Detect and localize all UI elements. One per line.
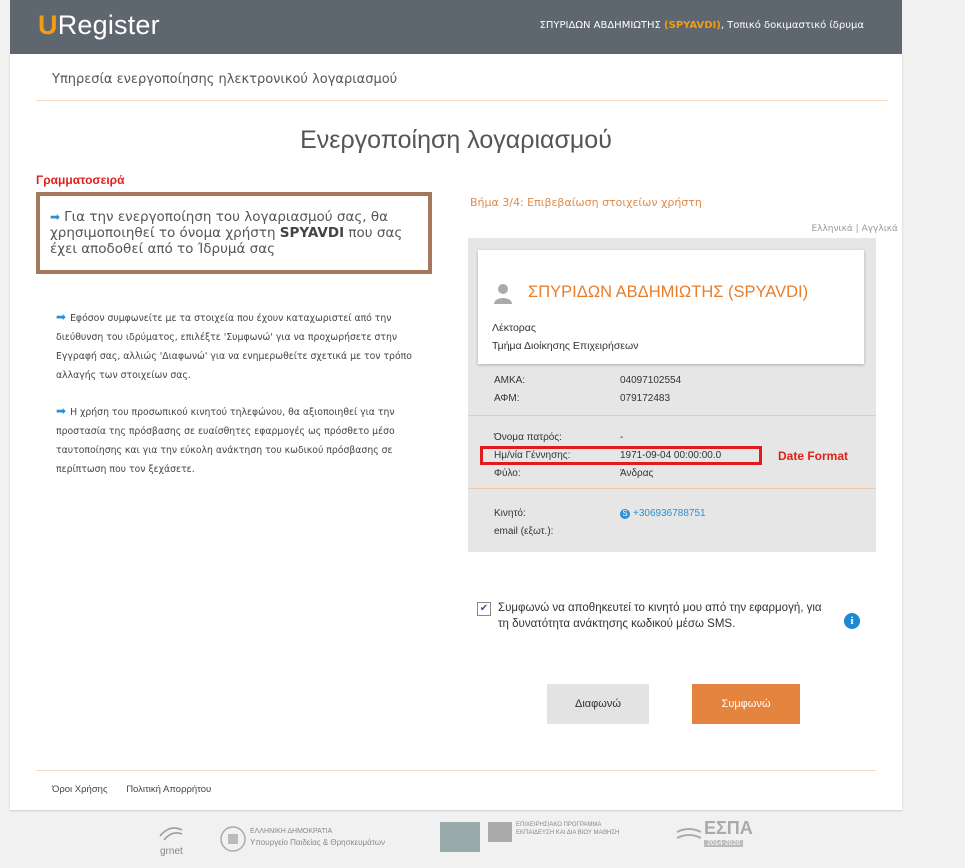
agree-button[interactable]: Συμφωνώ — [692, 684, 800, 724]
father-value: - — [620, 432, 624, 443]
page-title: Ενεργοποίηση λογαριασμού — [300, 126, 612, 154]
uregister-logo[interactable]: URegister — [38, 10, 160, 41]
gender-label: Φύλο: — [494, 468, 521, 479]
divider — [468, 415, 876, 416]
service-title: Υπηρεσία ενεργοποίησης ηλεκτρονικού λογα… — [52, 72, 398, 87]
mobile-value: S +306936788751 — [620, 508, 706, 519]
amka-label: ΑΜΚΑ: — [494, 375, 526, 386]
info-icon[interactable]: i — [844, 613, 860, 629]
arrow-right-icon: ➡ — [50, 210, 61, 224]
consent-text: Συμφωνώ να αποθηκευτεί το κινητό μου από… — [498, 602, 822, 630]
user-info: ΣΠΥΡΙΔΩΝ ΑΒΔΗΜΙΩΤΗΣ (SPYAVDI), Τοπικό δο… — [539, 20, 864, 31]
afm-value: 079172483 — [620, 393, 671, 404]
program-line-2: ΕΚΠΑΙΔΕΥΣΗ ΚΑΙ ΔΙΑ ΒΙΟΥ ΜΑΘΗΣΗ — [516, 830, 620, 836]
annotation-date-label: Date Format — [778, 449, 849, 463]
consent-checkbox[interactable]: ✔ — [477, 602, 491, 616]
top-bar: URegister ΣΠΥΡΙΔΩΝ ΑΒΔΗΜΙΩΤΗΣ (SPYAVDI),… — [10, 0, 902, 54]
greek-emblem-icon — [220, 826, 246, 852]
program-logo-icon — [488, 822, 512, 842]
sponsor-logos: grnet ΕΛΛΗΝΙΚΗ ΔΗΜΟΚΡΑΤΙΑ Υπουργείο Παιδ… — [0, 812, 965, 868]
ministry-line-1: ΕΛΛΗΝΙΚΗ ΔΗΜΟΚΡΑΤΙΑ — [250, 828, 333, 835]
grnet-label: grnet — [160, 846, 183, 857]
info-paragraph-mobile: ➡ Η χρήση του προσωπικού κινητού τηλεφώνο… — [56, 404, 395, 475]
eu-flag-icon — [440, 822, 480, 852]
father-label: Όνομα πατρός: — [494, 432, 562, 443]
email-label: email (εξωτ.): — [494, 526, 554, 537]
profile-panel: ΣΠΥΡΙΔΩΝ ΑΒΔΗΜΙΩΤΗΣ (SPYAVDI) Λέκτορας Τμ… — [468, 238, 876, 552]
main-card: Υπηρεσία ενεργοποίησης ηλεκτρονικού λογα… — [10, 54, 902, 810]
mobile-label: Κινητό: — [494, 508, 526, 519]
info-highlight-box: ➡ Για την ενεργοποίηση του λογαριασμού σα… — [36, 192, 432, 274]
profile-header-card: ΣΠΥΡΙΔΩΝ ΑΒΔΗΜΙΩΤΗΣ (SPYAVDI) Λέκτορας Τμ… — [478, 250, 864, 364]
espa-wave-icon — [676, 828, 702, 839]
divider — [36, 770, 876, 771]
divider — [36, 100, 888, 101]
disagree-button[interactable]: Διαφωνώ — [547, 684, 649, 724]
person-icon — [494, 284, 512, 304]
amka-value: 04097102554 — [620, 375, 682, 386]
espa-label: ΕΣΠΑ — [704, 818, 753, 838]
skype-icon: S — [620, 509, 630, 519]
footer-links: Όροι Χρήσης Πολιτική Απορρήτου — [52, 784, 227, 795]
gender-value: Άνδρας — [620, 468, 654, 479]
program-line-1: ΕΠΙΧΕΙΡΗΣΙΑΚΟ ΠΡΟΓΡΑΜΜΑ — [516, 822, 602, 828]
step-indicator: Βήμα 3/4: Επιβεβαίωση στοιχείων χρήστη — [470, 196, 702, 209]
language-switch[interactable]: Ελληνικά | Αγγλικά — [811, 224, 898, 234]
profile-role: Λέκτορας Τμήμα Διοίκησης Επιχειρήσεων — [492, 322, 639, 352]
arrow-right-icon: ➡ — [56, 404, 67, 418]
dob-highlight-box — [480, 446, 762, 465]
profile-name: ΣΠΥΡΙΔΩΝ ΑΒΔΗΜΙΩΤΗΣ (SPYAVDI) — [528, 283, 809, 301]
terms-link[interactable]: Όροι Χρήσης — [52, 784, 108, 795]
arrow-right-icon: ➡ — [56, 310, 67, 324]
privacy-link[interactable]: Πολιτική Απορρήτου — [126, 784, 211, 795]
ministry-line-2: Υπουργείο Παιδείας & Θρησκευμάτων — [250, 838, 385, 847]
espa-years: 2014-2020 — [704, 840, 744, 847]
afm-label: ΑΦΜ: — [494, 393, 520, 404]
annotation-font-label: Γραμματοσειρά — [36, 173, 125, 187]
grnet-logo-icon — [159, 827, 183, 841]
info-paragraph-agree: ➡ Εφόσον συμφωνείτε με τα στοιχεία που έχ… — [56, 310, 412, 381]
divider — [468, 488, 876, 489]
